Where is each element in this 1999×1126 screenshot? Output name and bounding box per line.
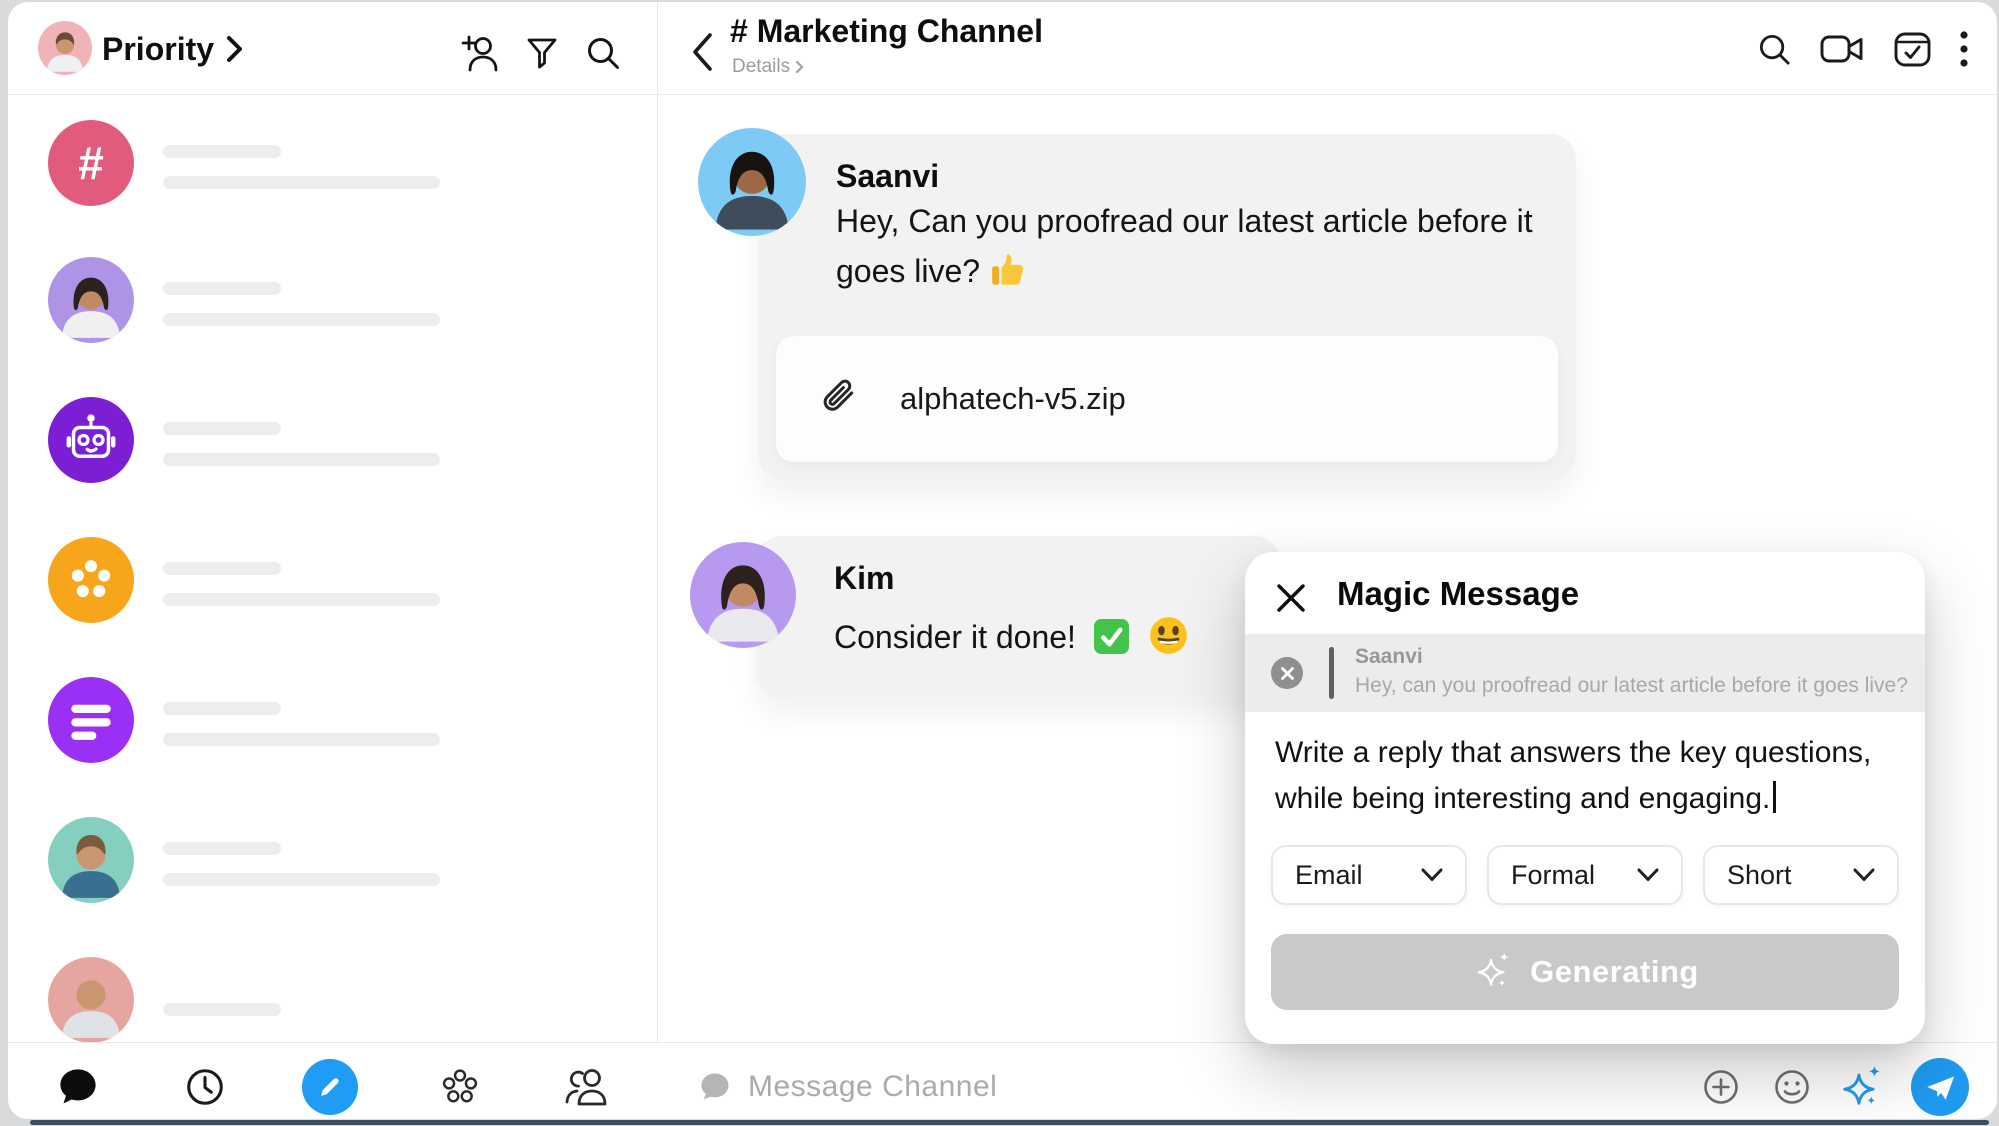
- message-author: Saanvi: [836, 158, 939, 195]
- app-dots-avatar: [48, 537, 134, 623]
- magic-message-panel: Magic Message Saanvi Hey, can you proofr…: [1245, 552, 1925, 1044]
- skeleton-subtitle: [163, 313, 440, 326]
- skeleton-title: [163, 842, 281, 855]
- generate-button[interactable]: Generating: [1271, 934, 1899, 1010]
- contacts-icon[interactable]: [564, 1066, 608, 1108]
- panel-title: Magic Message: [1337, 575, 1579, 613]
- video-call-icon[interactable]: [1820, 30, 1866, 68]
- attachment-card[interactable]: alphatech-v5.zip: [776, 336, 1558, 462]
- user-avatar[interactable]: [38, 21, 92, 75]
- sparkle-icon: [1471, 952, 1515, 992]
- robot-avatar: [48, 397, 134, 483]
- message-text: Hey, Can you proofread our latest articl…: [836, 196, 1576, 296]
- check-mark-button-emoji: [1093, 618, 1130, 655]
- prompt-text: Write a reply that answers the key quest…: [1275, 736, 1871, 815]
- sidebar-divider: [657, 2, 658, 1119]
- generate-label: Generating: [1530, 954, 1699, 990]
- chevron-right-icon: [226, 35, 243, 63]
- man-photo-avatar: [48, 817, 134, 903]
- skeleton-subtitle: [163, 453, 440, 466]
- message-kim: Kim Consider it done!: [756, 536, 1280, 698]
- workspace-switcher[interactable]: Priority: [102, 26, 243, 72]
- skeleton-subtitle: [163, 176, 440, 189]
- quote-author: Saanvi: [1355, 645, 1423, 669]
- quote-bar: [1329, 647, 1334, 699]
- more-menu-icon[interactable]: [1959, 29, 1969, 69]
- hash-channel-avatar: #: [48, 120, 134, 206]
- sidebar-item-dm[interactable]: [8, 257, 656, 393]
- quoted-message: Saanvi Hey, can you proofread our latest…: [1245, 634, 1925, 712]
- filter-icon[interactable]: [523, 34, 561, 72]
- add-icon[interactable]: [1703, 1069, 1739, 1105]
- chats-icon[interactable]: [56, 1066, 100, 1108]
- list-lines-avatar: [48, 677, 134, 763]
- message-bubble-icon: [698, 1071, 732, 1103]
- grinning-face-emoji: [1149, 616, 1188, 655]
- add-member-icon[interactable]: [460, 33, 500, 73]
- sidebar-item-app[interactable]: [8, 537, 656, 673]
- format-dropdown[interactable]: Email: [1271, 845, 1467, 905]
- message-text: Consider it done!: [834, 612, 1274, 662]
- prompt-input[interactable]: Write a reply that answers the key quest…: [1275, 730, 1900, 822]
- chevron-down-icon: [1421, 868, 1443, 882]
- channel-details-link[interactable]: Details: [732, 56, 804, 78]
- bald-man-photo-avatar: [48, 957, 134, 1043]
- sidebar-item-list[interactable]: [8, 677, 656, 813]
- quote-text: Hey, can you proofread our latest articl…: [1355, 674, 1908, 698]
- skeleton-subtitle: [163, 873, 440, 886]
- attachment-filename: alphatech-v5.zip: [900, 381, 1126, 417]
- history-icon[interactable]: [184, 1066, 226, 1108]
- skeleton-title: [163, 282, 281, 295]
- message-input[interactable]: Message Channel: [748, 1070, 997, 1104]
- topbar-divider: [8, 94, 1997, 95]
- back-button[interactable]: [690, 31, 714, 73]
- app-window: Priority # Marketing Channel Details #: [8, 2, 1997, 1119]
- chevron-down-icon: [1853, 868, 1875, 882]
- emoji-icon[interactable]: [1773, 1068, 1811, 1106]
- window-edge: [30, 1120, 1989, 1125]
- sidebar-item-channel[interactable]: #: [8, 120, 656, 256]
- sidebar-item-dm[interactable]: [8, 817, 656, 953]
- compose-icon[interactable]: [302, 1059, 358, 1115]
- paperclip-icon: [818, 378, 860, 420]
- apps-icon[interactable]: [438, 1065, 482, 1109]
- length-dropdown[interactable]: Short: [1703, 845, 1899, 905]
- remove-quote-icon[interactable]: [1271, 657, 1303, 689]
- message-saanvi: Saanvi Hey, Can you proofread our latest…: [758, 134, 1576, 480]
- magic-sparkle-icon[interactable]: [1836, 1065, 1884, 1109]
- chevron-down-icon: [1637, 868, 1659, 882]
- tone-dropdown[interactable]: Formal: [1487, 845, 1683, 905]
- text-cursor: [1773, 781, 1776, 813]
- sidebar-item-bot[interactable]: [8, 397, 656, 533]
- skeleton-subtitle: [163, 593, 440, 606]
- saanvi-avatar[interactable]: [698, 128, 806, 236]
- kim-avatar[interactable]: [690, 542, 796, 648]
- skeleton-title: [163, 422, 281, 435]
- close-icon[interactable]: [1271, 578, 1311, 618]
- woman-photo-avatar: [48, 257, 134, 343]
- search-icon[interactable]: [584, 34, 622, 72]
- workspace-title: Priority: [102, 31, 214, 68]
- skeleton-subtitle: [163, 733, 440, 746]
- details-label: Details: [732, 56, 790, 78]
- message-author: Kim: [834, 560, 894, 597]
- send-icon[interactable]: [1911, 1058, 1969, 1116]
- chevron-right-icon: [795, 60, 804, 74]
- skeleton-title: [163, 145, 281, 158]
- bottom-bar: Message Channel: [8, 1043, 1997, 1119]
- tasks-icon[interactable]: [1893, 30, 1932, 69]
- skeleton-title: [163, 702, 281, 715]
- search-icon[interactable]: [1756, 31, 1793, 68]
- thumbs-up-emoji: [989, 251, 1027, 289]
- channel-title: # Marketing Channel: [730, 13, 1043, 50]
- sidebar-item-dm[interactable]: [8, 957, 656, 1043]
- skeleton-title: [163, 562, 281, 575]
- skeleton-title: [163, 1003, 281, 1016]
